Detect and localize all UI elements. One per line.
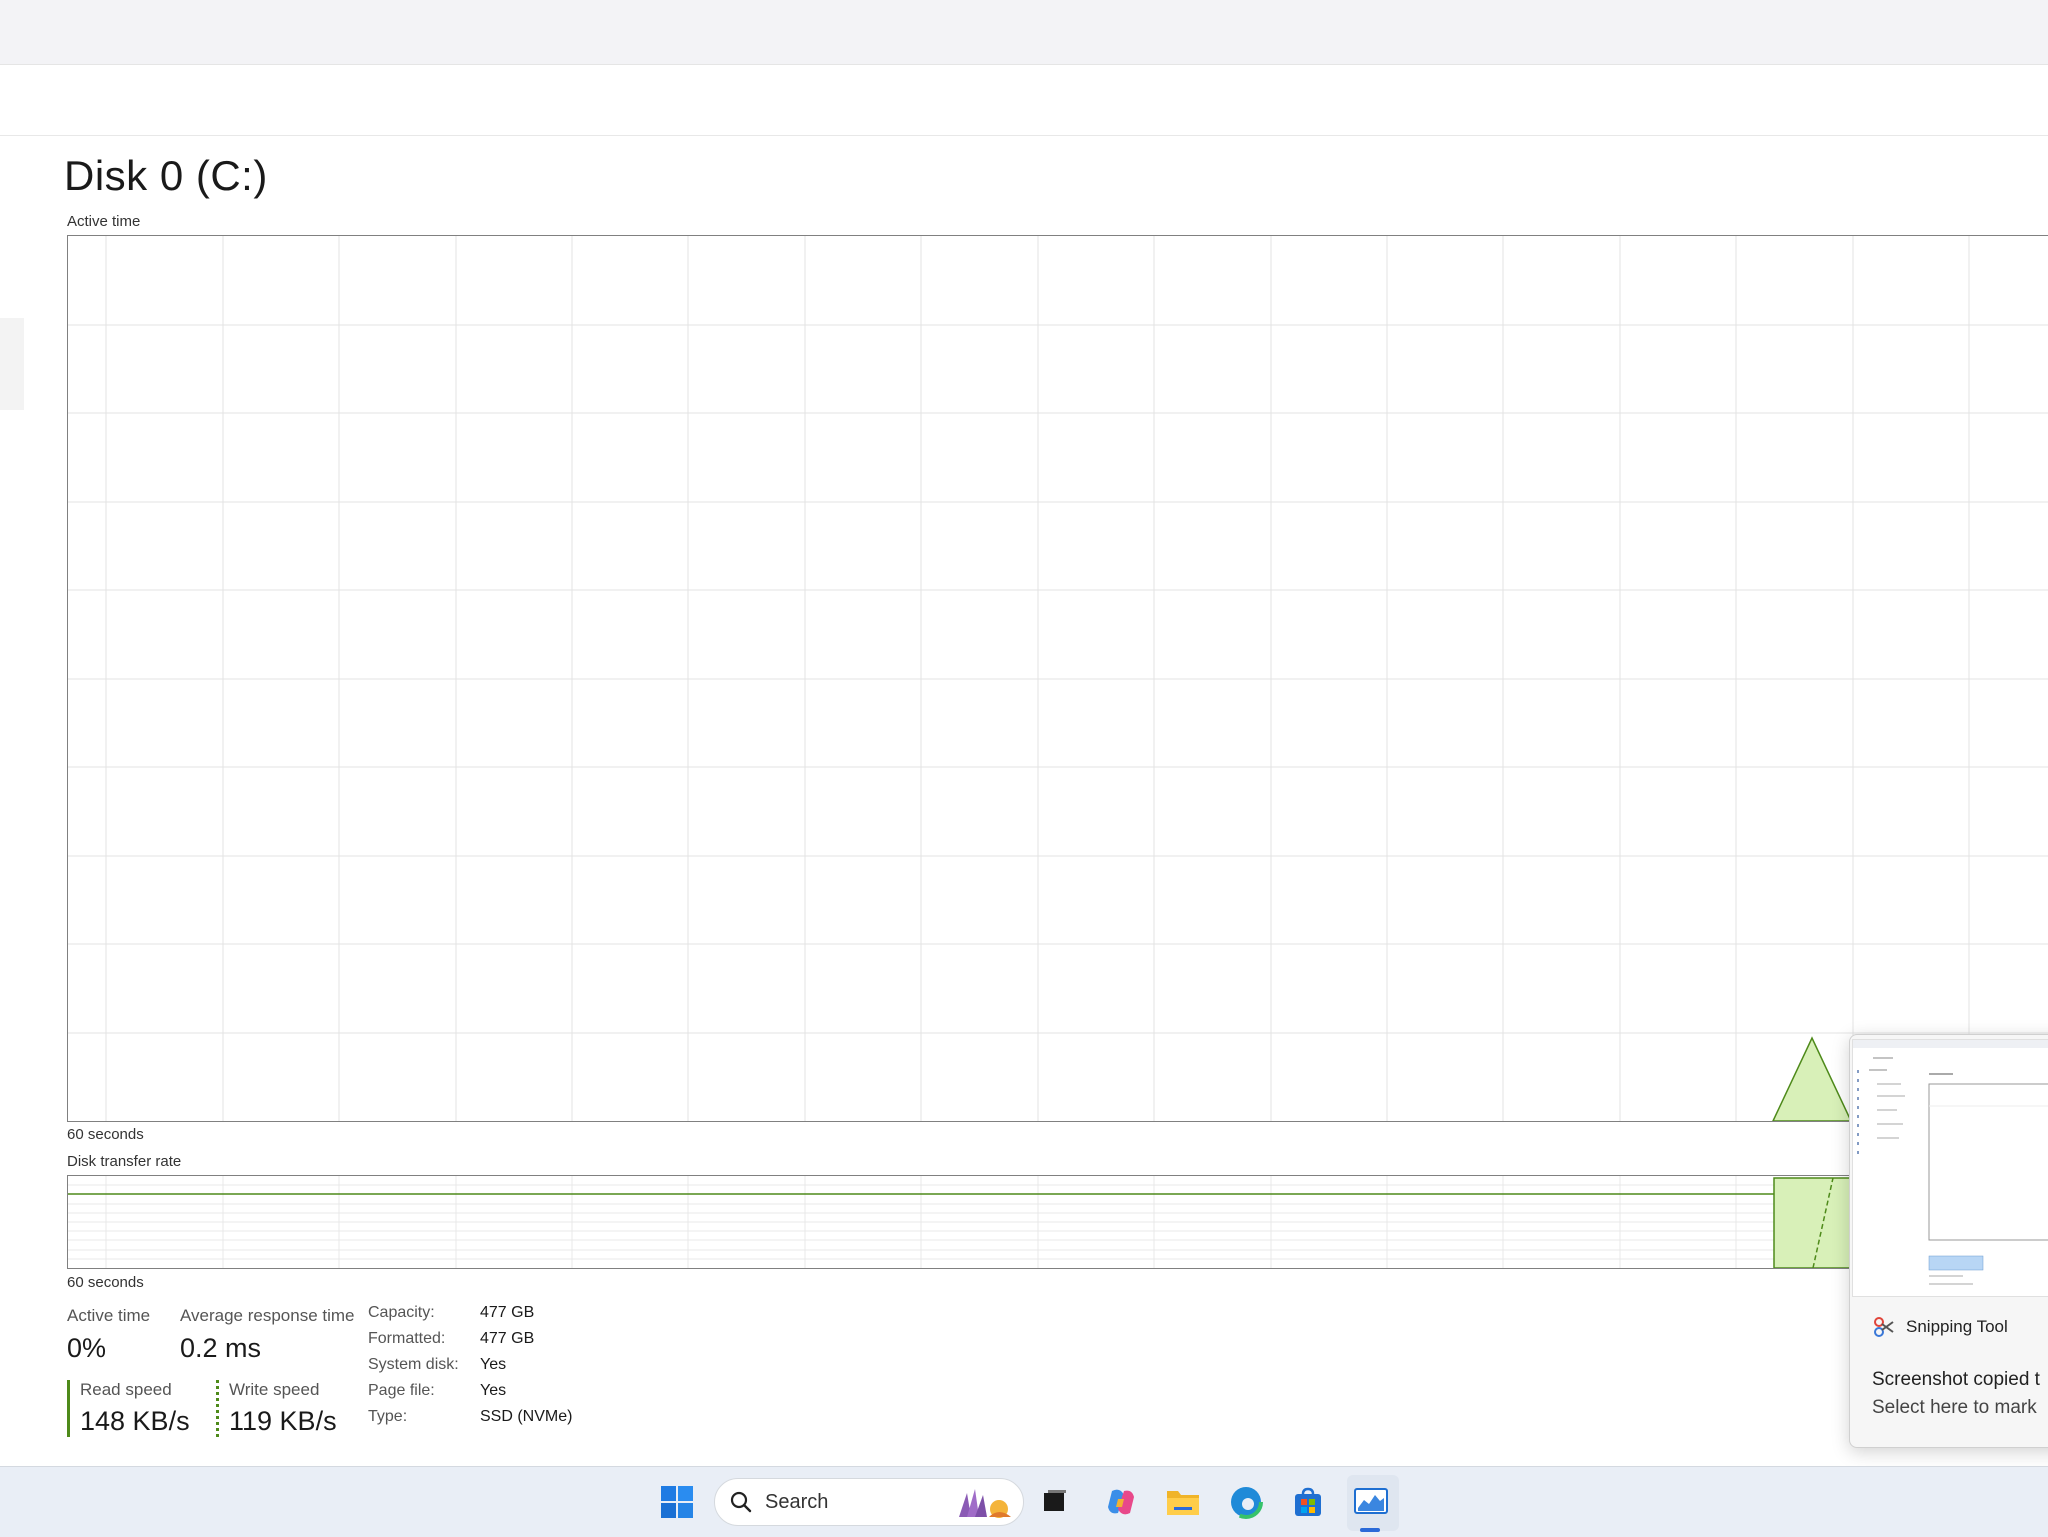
property-value: Yes [480, 1382, 507, 1399]
disk-properties: Capacity: 477 GB Formatted: 477 GB System … [368, 1304, 572, 1434]
property-row: Formatted: 477 GB [368, 1330, 572, 1356]
avg-response-label: Average response time [180, 1306, 355, 1325]
notification-title: Screenshot copied t [1872, 1369, 2040, 1390]
sidebar-selected-item[interactable] [0, 318, 24, 410]
screenshot-thumbnail[interactable] [1852, 1039, 2048, 1297]
avg-response-value: 0.2 ms [180, 1333, 262, 1363]
read-speed-label: Read speed [80, 1380, 172, 1399]
active-time-stat-label: Active time [67, 1306, 151, 1325]
toolbar [0, 65, 2048, 136]
windows-start-icon[interactable] [658, 1483, 696, 1521]
property-value: SSD (NVMe) [480, 1408, 573, 1425]
time-span-label-2: 60 seconds [67, 1274, 144, 1291]
property-key: Capacity: [368, 1304, 435, 1321]
active-time-graph-canvas [68, 236, 2048, 1121]
store-icon[interactable] [1289, 1483, 1327, 1521]
task-manager-running-indicator [1360, 1528, 1380, 1532]
read-speed-box: Read speed 148 KB/s [67, 1380, 190, 1437]
thumbnail-preview-image [1853, 1040, 2048, 1296]
active-time-stat-value: 0% [67, 1333, 107, 1363]
active-time-spike [1772, 1036, 1852, 1121]
window-titlebar [0, 0, 2048, 65]
edge-icon[interactable] [1227, 1483, 1265, 1521]
page-title: Disk 0 (C:) [64, 152, 268, 199]
property-value: Yes [480, 1356, 507, 1373]
property-row: System disk: Yes [368, 1356, 572, 1382]
read-speed-value: 148 KB/s [80, 1406, 190, 1436]
snipping-tool-notification[interactable]: Snipping Tool Screenshot copied t Select… [1849, 1034, 2048, 1448]
active-time-graph [67, 235, 2048, 1122]
search-icon [730, 1491, 752, 1513]
property-value: 477 GB [480, 1330, 535, 1347]
taskbar: Search [0, 1466, 2048, 1537]
copilot-icon[interactable] [1102, 1483, 1140, 1521]
property-key: System disk: [368, 1356, 459, 1373]
taskbar-search-box[interactable]: Search [714, 1478, 1024, 1526]
notification-app-name: Snipping Tool [1906, 1317, 2008, 1336]
task-view-icon[interactable] [1036, 1483, 1074, 1521]
write-speed-box: Write speed 119 KB/s [216, 1380, 337, 1437]
file-explorer-icon[interactable] [1164, 1483, 1202, 1521]
transfer-rate-graph-label: Disk transfer rate [67, 1153, 182, 1170]
write-speed-value: 119 KB/s [229, 1406, 337, 1436]
time-span-label: 60 seconds [67, 1126, 144, 1143]
property-row: Capacity: 477 GB [368, 1304, 572, 1330]
snipping-tool-icon [1874, 1317, 1894, 1337]
property-key: Formatted: [368, 1330, 446, 1347]
transfer-rate-graph [67, 1175, 2048, 1269]
property-key: Page file: [368, 1382, 435, 1399]
property-row: Type: SSD (NVMe) [368, 1408, 572, 1434]
read-transfer-area [1773, 1177, 1852, 1268]
transfer-rate-graph-canvas [68, 1176, 2048, 1268]
active-time-graph-label: Active time [67, 213, 141, 230]
property-key: Type: [368, 1408, 408, 1425]
property-row: Page file: Yes [368, 1382, 572, 1408]
notification-body: Select here to mark [1872, 1397, 2037, 1418]
write-speed-label: Write speed [229, 1380, 320, 1399]
task-manager-icon[interactable] [1352, 1483, 1390, 1521]
search-placeholder: Search [765, 1491, 829, 1513]
property-value: 477 GB [480, 1304, 535, 1321]
search-highlight-image [959, 1489, 1011, 1518]
